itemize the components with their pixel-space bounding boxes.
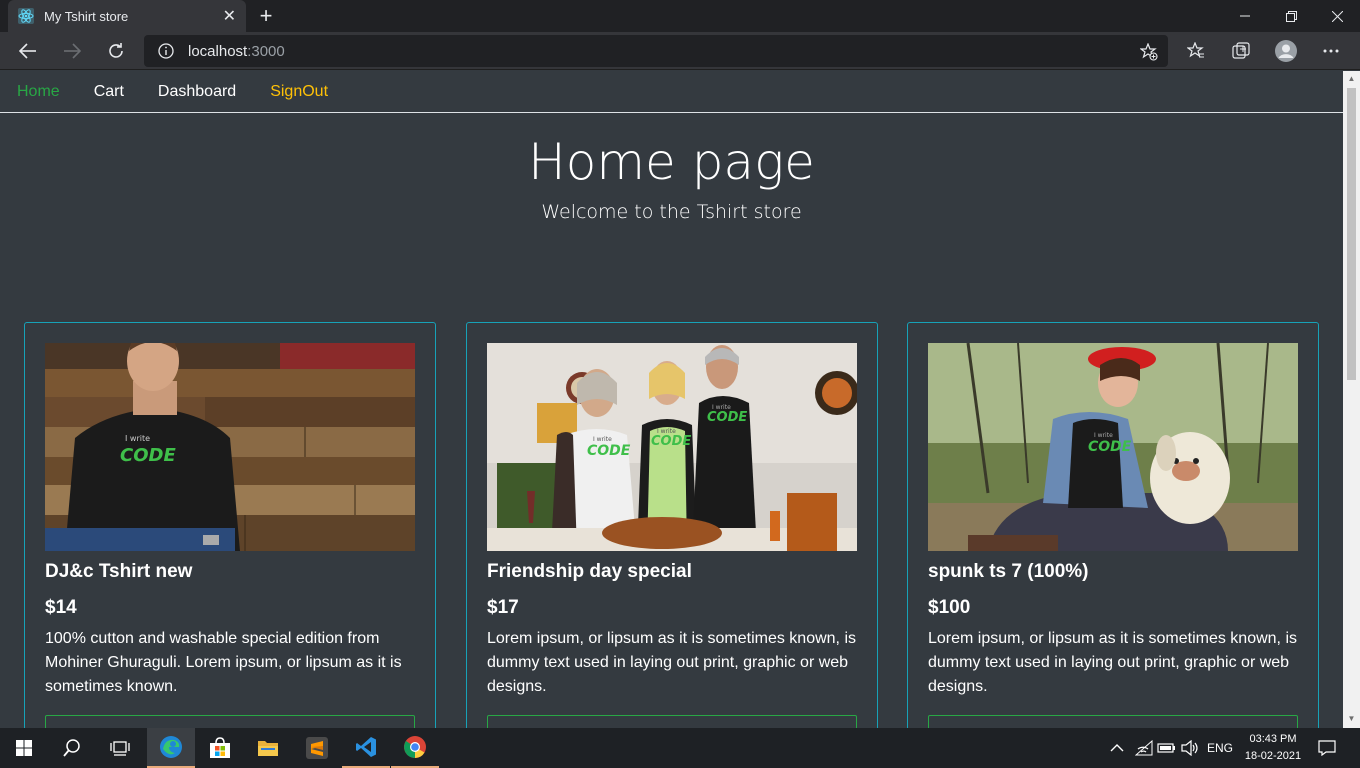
product-title: spunk ts 7 (100%) [928, 561, 1089, 582]
tab-title: My Tshirt store [44, 8, 129, 24]
product-card: I write CODE DJ&c Tshirt new $14 100% cu… [24, 322, 436, 728]
page-scrollbar[interactable]: ▲ ▼ [1343, 71, 1360, 728]
product-image: I write CODE [928, 343, 1298, 551]
new-tab-icon[interactable]: + [254, 3, 278, 29]
minimize-icon[interactable] [1222, 0, 1268, 32]
address-bar[interactable]: localhost:3000 [144, 35, 1168, 67]
browser-toolbar: localhost:3000 [0, 32, 1360, 70]
add-to-cart-button[interactable] [45, 715, 415, 728]
windows-taskbar: ENG 03:43 PM 18-02-2021 [0, 728, 1360, 768]
product-price: $100 [928, 597, 971, 618]
scroll-down-icon[interactable]: ▼ [1347, 714, 1356, 724]
add-to-cart-button[interactable] [487, 715, 857, 728]
browser-tab-strip: My Tshirt store ✕ + [0, 0, 1360, 32]
svg-text:I write: I write [125, 434, 150, 443]
svg-text:CODE: CODE [587, 443, 631, 459]
nav-home-link[interactable]: Home [17, 83, 60, 101]
show-hidden-icons[interactable] [1110, 728, 1124, 768]
page-title: Home page [528, 133, 815, 191]
info-icon[interactable] [158, 43, 174, 59]
sublime-text-icon[interactable] [293, 728, 341, 768]
taskbar-clock[interactable]: 03:43 PM 18-02-2021 [1238, 731, 1308, 765]
top-navbar: Home Cart Dashboard SignOut [0, 71, 1343, 113]
clock-date: 18-02-2021 [1244, 750, 1302, 762]
product-price: $14 [45, 597, 77, 618]
nav-cart-link[interactable]: Cart [94, 83, 124, 101]
url-port: :3000 [247, 42, 285, 60]
page-subtitle: Welcome to the Tshirt store [541, 201, 802, 223]
store-icon[interactable] [196, 728, 244, 768]
svg-text:I write: I write [1094, 432, 1113, 439]
restore-icon[interactable] [1268, 0, 1314, 32]
close-window-icon[interactable] [1314, 0, 1360, 32]
svg-text:CODE: CODE [707, 410, 747, 425]
more-menu-icon[interactable] [1316, 37, 1346, 65]
svg-text:I write: I write [593, 436, 612, 443]
language-indicator[interactable]: ENG [1207, 728, 1233, 768]
product-title: DJ&c Tshirt new [45, 561, 193, 582]
browser-tab[interactable]: My Tshirt store ✕ [8, 0, 246, 32]
refresh-icon[interactable] [101, 37, 131, 65]
file-explorer-icon[interactable] [244, 728, 292, 768]
nav-dashboard-link[interactable]: Dashboard [158, 83, 236, 101]
nav-signout-link[interactable]: SignOut [270, 83, 328, 101]
page-content: Home Cart Dashboard SignOut Home page We… [0, 71, 1343, 728]
product-image: I write CODE [45, 343, 415, 551]
product-image: I write CODE I write CODE I write CODE [487, 343, 857, 551]
svg-text:CODE: CODE [120, 445, 176, 466]
vscode-icon[interactable] [342, 728, 390, 768]
profile-avatar-icon[interactable] [1271, 37, 1301, 65]
url-host: localhost [188, 42, 248, 60]
svg-text:CODE: CODE [1088, 439, 1132, 455]
clock-time: 03:43 PM [1249, 733, 1297, 745]
react-logo-icon [18, 8, 34, 24]
back-icon[interactable] [13, 37, 43, 65]
add-favorite-icon[interactable] [1140, 43, 1158, 61]
battery-icon[interactable] [1157, 728, 1177, 768]
product-card: I write CODE I write CODE I write CODE F… [466, 322, 878, 728]
add-to-cart-button[interactable] [928, 715, 1298, 728]
chrome-icon[interactable] [391, 728, 439, 768]
network-icon[interactable] [1135, 728, 1153, 768]
volume-icon[interactable] [1181, 728, 1199, 768]
svg-text:CODE: CODE [651, 434, 691, 449]
scroll-thumb[interactable] [1347, 88, 1356, 380]
forward-icon[interactable] [57, 37, 87, 65]
search-icon[interactable] [48, 728, 96, 768]
product-description: Lorem ipsum, or lipsum as it is sometime… [487, 630, 856, 695]
product-title: Friendship day special [487, 561, 692, 582]
windows-start-icon[interactable] [0, 728, 48, 768]
product-card: I write CODE spunk ts 7 (100%) $100 Lore… [907, 322, 1319, 728]
notification-center-icon[interactable] [1318, 728, 1336, 768]
task-view-icon[interactable] [96, 728, 144, 768]
product-price: $17 [487, 597, 519, 618]
collections-icon[interactable] [1226, 37, 1256, 65]
scroll-up-icon[interactable]: ▲ [1347, 74, 1356, 84]
edge-browser-icon[interactable] [147, 728, 195, 768]
favorites-icon[interactable] [1181, 37, 1211, 65]
product-description: 100% cutton and washable special edition… [45, 630, 402, 695]
close-tab-icon[interactable]: ✕ [223, 6, 236, 26]
hero-section: Home page Welcome to the Tshirt store [0, 133, 1343, 223]
product-description: Lorem ipsum, or lipsum as it is sometime… [928, 630, 1297, 695]
